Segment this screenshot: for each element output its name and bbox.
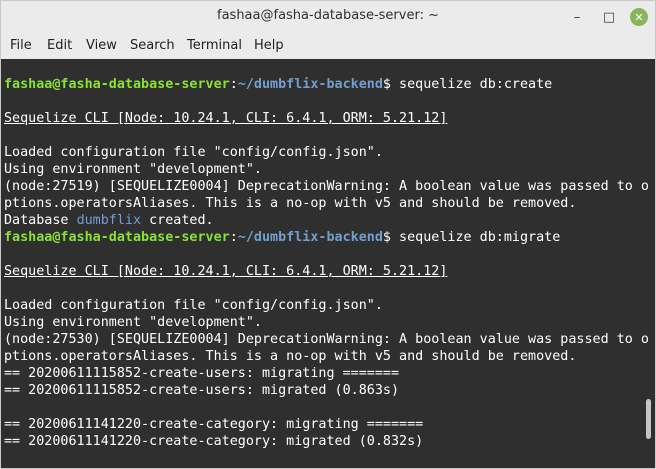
migration-line: == 20200611141220-create-category: migra… [4, 434, 424, 449]
menu-terminal[interactable]: Terminal [187, 38, 242, 53]
prompt-path: ~/dumbflix-backend [237, 77, 383, 92]
output-line: Loaded configuration file "config/config… [4, 145, 383, 160]
prompt-path: ~/dumbflix-backend [237, 230, 383, 245]
migration-line: == 20200611141220-create-category: migra… [4, 417, 424, 432]
maximize-button[interactable]: □ [599, 7, 619, 27]
db-word: Database [4, 213, 77, 228]
output-line: Using environment "development". [4, 315, 262, 330]
close-button[interactable]: ✕ [630, 8, 648, 26]
terminal-output[interactable]: fashaa@fasha-database-server:~/dumbflix-… [1, 59, 655, 468]
output-line: Loaded configuration file "config/config… [4, 298, 383, 313]
prompt-dollar: $ [382, 77, 400, 92]
cli-banner: Sequelize CLI [Node: 10.24.1, CLI: 6.4.1… [4, 264, 448, 279]
prompt-user: fashaa@fasha-database-server [4, 230, 230, 245]
db-created: created. [141, 213, 214, 228]
menu-bar: File Edit View Search Terminal Help [1, 32, 655, 58]
prompt-line-2: fashaa@fasha-database-server:~/dumbflix-… [4, 229, 560, 246]
prompt-user: fashaa@fasha-database-server [4, 77, 230, 92]
output-line: Using environment "development". [4, 162, 262, 177]
menu-file[interactable]: File [10, 38, 32, 53]
migration-line: == 20200611115852-create-users: migratin… [4, 366, 400, 381]
cli-banner: Sequelize CLI [Node: 10.24.1, CLI: 6.4.1… [4, 111, 448, 126]
output-line: (node:27519) [SEQUELIZE0004] Deprecation… [4, 179, 649, 194]
terminal-window: fashaa@fasha-database-server: ~ – □ ✕ Fi… [0, 0, 656, 469]
prompt-separator: : [229, 230, 238, 245]
command-text: sequelize db:create [399, 77, 553, 92]
menu-view[interactable]: View [86, 38, 117, 53]
db-created-line: Database dumbflix created. [4, 212, 214, 229]
migration-line: == 20200611115852-create-users: migrated… [4, 383, 400, 398]
db-name: dumbflix [76, 213, 142, 228]
prompt-separator: : [229, 77, 238, 92]
prompt-dollar: $ [382, 230, 400, 245]
title-bar[interactable]: fashaa@fasha-database-server: ~ – □ ✕ [1, 1, 655, 32]
output-line: ptions.operatorsAliases. This is a no-op… [4, 196, 577, 211]
menu-edit[interactable]: Edit [47, 38, 72, 53]
menu-help[interactable]: Help [254, 38, 284, 53]
minimize-button[interactable]: – [567, 7, 587, 27]
window-title: fashaa@fasha-database-server: ~ [217, 8, 439, 23]
terminal-scrollbar[interactable] [646, 399, 651, 439]
prompt-line-1: fashaa@fasha-database-server:~/dumbflix-… [4, 76, 552, 93]
command-text: sequelize db:migrate [399, 230, 561, 245]
output-line: (node:27530) [SEQUELIZE0004] Deprecation… [4, 332, 649, 347]
menu-search[interactable]: Search [130, 38, 175, 53]
output-line: ptions.operatorsAliases. This is a no-op… [4, 349, 577, 364]
